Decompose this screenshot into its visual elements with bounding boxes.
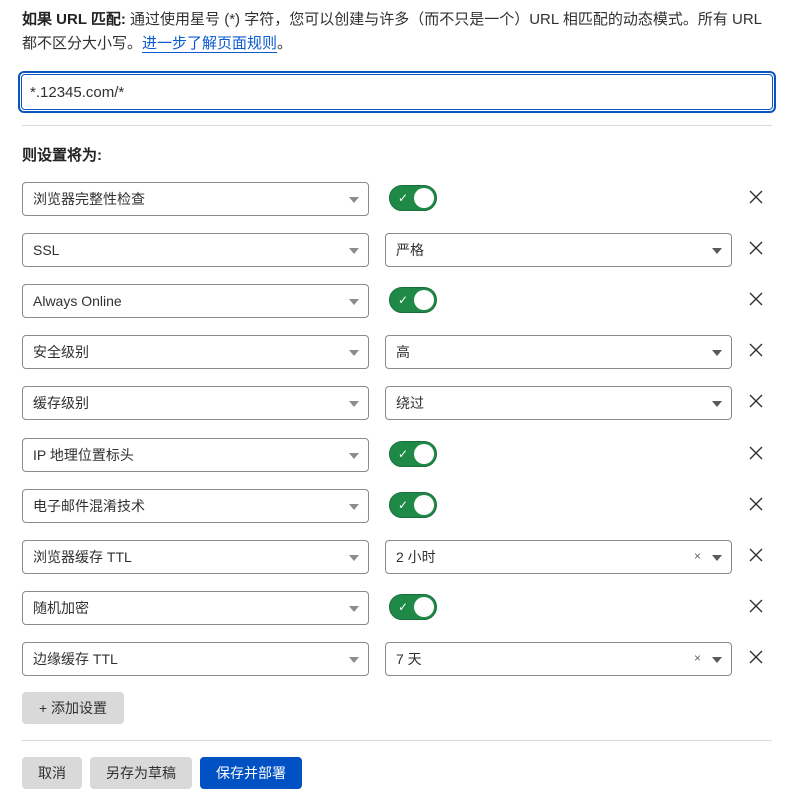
toggle-knob bbox=[414, 188, 434, 208]
remove-setting-icon[interactable] bbox=[748, 240, 764, 256]
setting-toggle[interactable]: ✓ bbox=[389, 441, 437, 467]
caret-down-icon bbox=[712, 248, 722, 254]
setting-toggle[interactable]: ✓ bbox=[389, 492, 437, 518]
caret-down-icon bbox=[712, 555, 722, 561]
setting-row: 安全级别 高 bbox=[22, 335, 774, 369]
toggle-knob bbox=[414, 597, 434, 617]
link-suffix: 。 bbox=[277, 35, 293, 52]
check-icon: ✓ bbox=[398, 600, 409, 614]
setting-value-select[interactable]: 严格 bbox=[385, 233, 732, 267]
setting-type-value: 随机加密 bbox=[33, 600, 89, 616]
setting-type-value: 边缘缓存 TTL bbox=[33, 651, 118, 667]
caret-down-icon bbox=[349, 504, 359, 510]
remove-setting-icon[interactable] bbox=[748, 649, 764, 665]
remove-setting-icon[interactable] bbox=[748, 291, 764, 307]
setting-toggle[interactable]: ✓ bbox=[389, 287, 437, 313]
setting-type-select[interactable]: Always Online bbox=[22, 284, 369, 318]
remove-setting-icon[interactable] bbox=[748, 547, 764, 563]
check-icon: ✓ bbox=[398, 191, 409, 205]
caret-down-icon bbox=[349, 657, 359, 663]
toggle-knob bbox=[414, 495, 434, 515]
setting-row: 浏览器缓存 TTL 2 小时 × bbox=[22, 540, 774, 574]
setting-value: 高 bbox=[396, 344, 410, 360]
url-match-help-text: 通过使用星号 (*) 字符，您可以创建与许多（而不只是一个）URL 相匹配的动态… bbox=[22, 11, 762, 52]
url-pattern-input[interactable] bbox=[21, 74, 773, 110]
clear-value-icon[interactable]: × bbox=[694, 643, 701, 673]
save-draft-button[interactable]: 另存为草稿 bbox=[90, 757, 192, 789]
add-setting-button[interactable]: + 添加设置 bbox=[22, 692, 124, 724]
check-icon: ✓ bbox=[398, 447, 409, 461]
caret-down-icon bbox=[712, 350, 722, 356]
setting-row: 随机加密 ✓ bbox=[22, 591, 774, 625]
remove-setting-icon[interactable] bbox=[748, 342, 764, 358]
setting-type-value: SSL bbox=[33, 242, 60, 258]
cancel-button[interactable]: 取消 bbox=[22, 757, 82, 789]
setting-type-select[interactable]: 浏览器完整性检查 bbox=[22, 182, 369, 216]
setting-value-select[interactable]: 7 天 × bbox=[385, 642, 732, 676]
url-match-label: 如果 URL 匹配: bbox=[22, 11, 126, 28]
setting-type-select[interactable]: 缓存级别 bbox=[22, 386, 369, 420]
setting-type-value: 安全级别 bbox=[33, 344, 89, 360]
setting-value: 严格 bbox=[396, 242, 424, 258]
learn-page-rules-link[interactable]: 进一步了解页面规则 bbox=[142, 35, 278, 53]
setting-type-value: IP 地理位置标头 bbox=[33, 447, 134, 463]
setting-type-value: 浏览器缓存 TTL bbox=[33, 549, 132, 565]
setting-type-select[interactable]: 电子邮件混淆技术 bbox=[22, 489, 369, 523]
caret-down-icon bbox=[349, 606, 359, 612]
setting-type-select[interactable]: 浏览器缓存 TTL bbox=[22, 540, 369, 574]
remove-setting-icon[interactable] bbox=[748, 496, 764, 512]
remove-setting-icon[interactable] bbox=[748, 393, 764, 409]
divider-bottom bbox=[22, 740, 772, 741]
caret-down-icon bbox=[712, 657, 722, 663]
caret-down-icon bbox=[349, 197, 359, 203]
toggle-knob bbox=[414, 444, 434, 464]
setting-type-select[interactable]: 边缘缓存 TTL bbox=[22, 642, 369, 676]
caret-down-icon bbox=[349, 555, 359, 561]
setting-value-select[interactable]: 2 小时 × bbox=[385, 540, 732, 574]
setting-type-value: 浏览器完整性检查 bbox=[33, 191, 145, 207]
setting-value: 7 天 bbox=[396, 651, 422, 667]
setting-value: 2 小时 bbox=[396, 549, 436, 565]
settings-title: 则设置将为: bbox=[22, 147, 102, 164]
setting-row: 边缘缓存 TTL 7 天 × bbox=[22, 642, 774, 676]
setting-row: 电子邮件混淆技术 ✓ bbox=[22, 489, 774, 523]
check-icon: ✓ bbox=[398, 498, 409, 512]
divider-top bbox=[22, 125, 772, 126]
setting-type-value: 缓存级别 bbox=[33, 395, 89, 411]
remove-setting-icon[interactable] bbox=[748, 598, 764, 614]
remove-setting-icon[interactable] bbox=[748, 189, 764, 205]
remove-setting-icon[interactable] bbox=[748, 445, 764, 461]
setting-value-select[interactable]: 高 bbox=[385, 335, 732, 369]
setting-type-select[interactable]: 安全级别 bbox=[22, 335, 369, 369]
setting-row: 缓存级别 绕过 bbox=[22, 386, 774, 420]
setting-type-select[interactable]: 随机加密 bbox=[22, 591, 369, 625]
setting-toggle[interactable]: ✓ bbox=[389, 185, 437, 211]
setting-value-select[interactable]: 绕过 bbox=[385, 386, 732, 420]
caret-down-icon bbox=[349, 248, 359, 254]
caret-down-icon bbox=[349, 299, 359, 305]
setting-type-select[interactable]: SSL bbox=[22, 233, 369, 267]
url-match-description: 如果 URL 匹配: 通过使用星号 (*) 字符，您可以创建与许多（而不只是一个… bbox=[22, 8, 774, 56]
caret-down-icon bbox=[349, 401, 359, 407]
clear-value-icon[interactable]: × bbox=[694, 541, 701, 571]
caret-down-icon bbox=[349, 350, 359, 356]
url-pattern-field bbox=[18, 71, 776, 113]
save-deploy-button[interactable]: 保存并部署 bbox=[200, 757, 302, 789]
setting-type-value: Always Online bbox=[33, 293, 122, 309]
toggle-knob bbox=[414, 290, 434, 310]
setting-type-value: 电子邮件混淆技术 bbox=[33, 498, 145, 514]
setting-row: SSL 严格 bbox=[22, 233, 774, 267]
caret-down-icon bbox=[349, 453, 359, 459]
setting-row: Always Online ✓ bbox=[22, 284, 774, 318]
caret-down-icon bbox=[712, 401, 722, 407]
setting-type-select[interactable]: IP 地理位置标头 bbox=[22, 438, 369, 472]
setting-toggle[interactable]: ✓ bbox=[389, 594, 437, 620]
setting-value: 绕过 bbox=[396, 395, 424, 411]
setting-row: 浏览器完整性检查 ✓ bbox=[22, 182, 774, 216]
check-icon: ✓ bbox=[398, 293, 409, 307]
setting-row: IP 地理位置标头 ✓ bbox=[22, 438, 774, 472]
